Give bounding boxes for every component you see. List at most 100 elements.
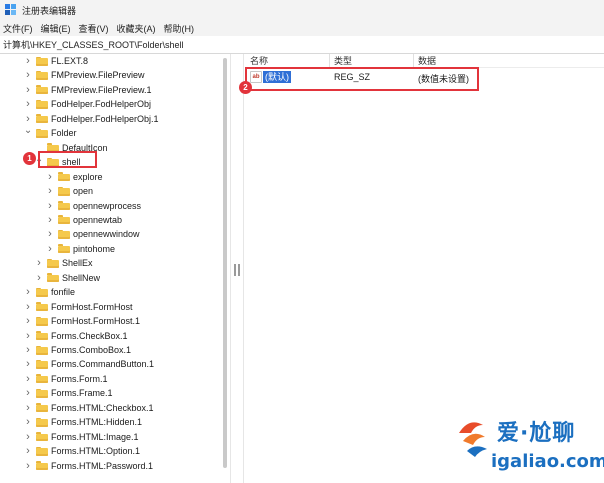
folder-icon bbox=[36, 316, 48, 326]
chevron-down-icon[interactable]: ⌄ bbox=[24, 124, 32, 138]
tree-node[interactable]: › Forms.Frame.1 bbox=[24, 386, 112, 400]
column-separator[interactable] bbox=[329, 54, 330, 68]
menu-edit[interactable]: 编辑(E) bbox=[37, 22, 75, 35]
tree-node[interactable]: › explore bbox=[46, 170, 103, 184]
chevron-right-icon[interactable]: › bbox=[24, 459, 32, 473]
tree-node[interactable]: › opennewwindow bbox=[46, 227, 139, 241]
folder-icon bbox=[36, 446, 48, 456]
tree-node-label: open bbox=[73, 186, 94, 197]
menu-help[interactable]: 帮助(H) bbox=[160, 22, 199, 35]
folder-icon bbox=[36, 461, 48, 471]
folder-icon bbox=[36, 331, 48, 341]
chevron-right-icon[interactable]: › bbox=[24, 343, 32, 357]
chevron-right-icon[interactable]: › bbox=[24, 357, 32, 371]
chevron-right-icon[interactable]: › bbox=[24, 386, 32, 400]
tree-node-label: fonfile bbox=[51, 287, 76, 298]
menu-bar: 文件(F) 编辑(E) 查看(V) 收藏夹(A) 帮助(H) bbox=[0, 20, 604, 36]
column-separator[interactable] bbox=[413, 54, 414, 68]
menu-file[interactable]: 文件(F) bbox=[0, 22, 37, 35]
tree-node-label: Forms.HTML:Image.1 bbox=[51, 431, 139, 442]
tree-node[interactable]: › Forms.HTML:Password.1 bbox=[24, 459, 153, 473]
chevron-right-icon[interactable]: › bbox=[24, 314, 32, 328]
tree-node[interactable]: › Forms.HTML:Checkbox.1 bbox=[24, 401, 153, 415]
tree-node[interactable]: › Forms.HTML:Hidden.1 bbox=[24, 415, 142, 429]
splitter-grip-icon[interactable] bbox=[234, 264, 240, 276]
tree-node[interactable]: › fonfile bbox=[24, 285, 75, 299]
tree-scrollbar-thumb[interactable] bbox=[223, 58, 227, 468]
chevron-right-icon[interactable]: › bbox=[24, 401, 32, 415]
chevron-right-icon[interactable]: › bbox=[46, 199, 54, 213]
chevron-right-icon[interactable]: › bbox=[24, 97, 32, 111]
chevron-right-icon[interactable]: › bbox=[24, 415, 32, 429]
chevron-right-icon[interactable]: › bbox=[46, 242, 54, 256]
highlight-box-value bbox=[245, 67, 479, 91]
tree-node[interactable]: › Forms.HTML:Image.1 bbox=[24, 430, 139, 444]
chevron-right-icon[interactable]: › bbox=[46, 213, 54, 227]
column-type-header[interactable]: 类型 bbox=[334, 54, 352, 67]
tree-node[interactable]: › Forms.HTML:Option.1 bbox=[24, 444, 140, 458]
marker-1: 1 bbox=[23, 152, 36, 165]
tree-node[interactable]: › open bbox=[46, 184, 93, 198]
tree-node[interactable]: › Forms.CommandButton.1 bbox=[24, 357, 154, 371]
marker-2: 2 bbox=[239, 81, 252, 94]
tree-node-label: ShellNew bbox=[62, 272, 101, 283]
folder-icon bbox=[36, 302, 48, 312]
chevron-right-icon[interactable]: › bbox=[24, 83, 32, 97]
folder-icon bbox=[36, 417, 48, 427]
title-bar: 注册表编辑器 bbox=[0, 0, 604, 20]
highlight-box-shell bbox=[38, 151, 97, 168]
folder-icon bbox=[58, 201, 70, 210]
chevron-right-icon[interactable]: › bbox=[24, 444, 32, 458]
tree-node[interactable]: › FL.EXT.8 bbox=[24, 54, 88, 68]
menu-favorites[interactable]: 收藏夹(A) bbox=[113, 22, 160, 35]
chevron-right-icon[interactable]: › bbox=[35, 256, 43, 270]
chevron-right-icon[interactable]: › bbox=[24, 430, 32, 444]
window-title: 注册表编辑器 bbox=[22, 5, 77, 16]
folder-icon bbox=[47, 258, 59, 268]
folder-icon bbox=[36, 345, 48, 355]
column-data-header[interactable]: 数据 bbox=[418, 54, 436, 67]
tree-node[interactable]: › ShellEx bbox=[35, 256, 93, 270]
column-name-header[interactable]: 名称 bbox=[250, 54, 268, 67]
chevron-right-icon[interactable]: › bbox=[24, 285, 32, 299]
tree-node[interactable]: › FormHost.FormHost.1 bbox=[24, 314, 140, 328]
tree-node-label: FodHelper.FodHelperObj bbox=[51, 99, 152, 110]
chevron-right-icon[interactable]: › bbox=[35, 271, 43, 285]
tree-node[interactable]: › Forms.ComboBox.1 bbox=[24, 343, 131, 357]
registry-tree[interactable]: › FL.EXT.8 › FMPreview.FilePreview › FMPrevie… bbox=[0, 54, 230, 483]
tree-node-label: Forms.HTML:Option.1 bbox=[51, 446, 141, 457]
tree-node[interactable]: › FodHelper.FodHelperObj.1 bbox=[24, 112, 158, 126]
tree-node-label: Forms.CheckBox.1 bbox=[51, 330, 128, 341]
folder-icon bbox=[36, 359, 48, 369]
chevron-right-icon[interactable]: › bbox=[24, 300, 32, 314]
tree-node[interactable]: › FodHelper.FodHelperObj bbox=[24, 97, 151, 111]
tree-node-label: ShellEx bbox=[62, 258, 93, 269]
tree-node[interactable]: › Forms.Form.1 bbox=[24, 372, 107, 386]
address-bar[interactable]: 计算机\HKEY_CLASSES_ROOT\Folder\shell bbox=[0, 36, 604, 54]
tree-scrollbar[interactable] bbox=[222, 54, 228, 483]
chevron-right-icon[interactable]: › bbox=[24, 68, 32, 82]
tree-node[interactable]: › Forms.CheckBox.1 bbox=[24, 329, 128, 343]
tree-node[interactable]: › opennewprocess bbox=[46, 199, 141, 213]
chevron-right-icon[interactable]: › bbox=[24, 329, 32, 343]
tree-node-label: Forms.ComboBox.1 bbox=[51, 345, 132, 355]
tree-node[interactable]: › pintohome bbox=[46, 242, 115, 256]
tree-node[interactable]: ⌄ Folder bbox=[24, 124, 77, 140]
chevron-right-icon[interactable]: › bbox=[24, 372, 32, 386]
pane-splitter[interactable] bbox=[230, 54, 244, 483]
tree-node[interactable]: › ShellNew bbox=[35, 271, 100, 285]
chevron-right-icon[interactable]: › bbox=[46, 184, 54, 198]
menu-view[interactable]: 查看(V) bbox=[75, 22, 113, 35]
watermark: 爱·尬聊 igaliao.com bbox=[455, 407, 604, 479]
chevron-right-icon[interactable]: › bbox=[24, 54, 32, 68]
tree-node[interactable]: › FMPreview.FilePreview bbox=[24, 68, 144, 82]
chevron-right-icon[interactable]: › bbox=[46, 227, 54, 241]
tree-node[interactable]: › FormHost.FormHost bbox=[24, 300, 132, 314]
tree-node[interactable]: › opennewtab bbox=[46, 213, 122, 227]
folder-icon bbox=[58, 172, 70, 182]
tree-node[interactable]: › FMPreview.FilePreview.1 bbox=[24, 83, 151, 97]
chevron-right-icon[interactable]: › bbox=[46, 170, 54, 184]
folder-icon bbox=[36, 432, 48, 442]
tree-node-label: explore bbox=[73, 171, 103, 182]
folder-icon bbox=[36, 128, 48, 138]
